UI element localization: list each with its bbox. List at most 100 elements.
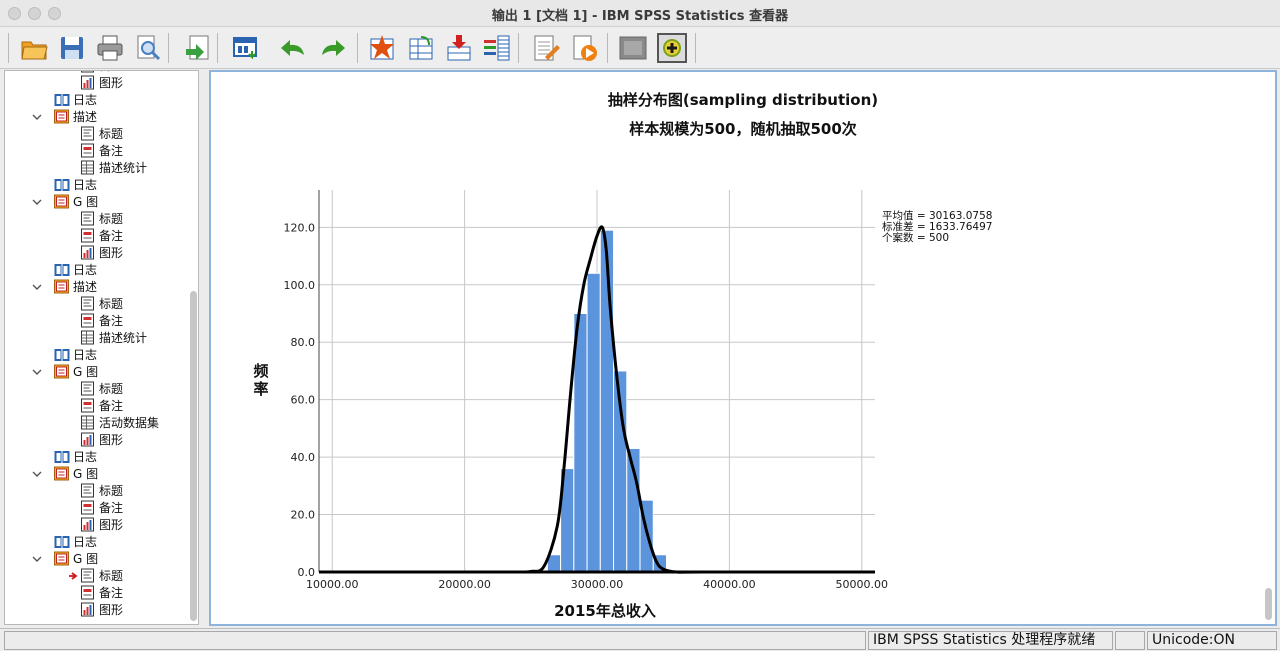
tree-item-label: 图形 xyxy=(99,603,124,617)
tree-item[interactable]: 日志 xyxy=(53,448,97,465)
tree-item[interactable]: 活动数据集 xyxy=(79,414,159,431)
chevron-down-icon[interactable] xyxy=(32,282,42,292)
chevron-down-icon[interactable] xyxy=(32,197,42,207)
chart-title: 抽样分布图(sampling distribution) xyxy=(607,91,879,109)
tree-item[interactable]: 备注 xyxy=(79,584,123,601)
goto-case-button[interactable] xyxy=(365,31,399,65)
print-preview-button[interactable] xyxy=(131,31,165,65)
chevron-down-icon[interactable] xyxy=(32,469,42,479)
tree-item[interactable]: 描述 xyxy=(53,278,97,295)
tree-item[interactable]: 日志 xyxy=(53,91,97,108)
tree-item-label: G 图 xyxy=(73,467,99,481)
toolbar-separator xyxy=(357,33,358,63)
content-scrollbar[interactable] xyxy=(1265,588,1272,620)
designate-window-button[interactable] xyxy=(529,31,563,65)
toolbar xyxy=(0,27,1280,69)
notes-icon xyxy=(81,398,94,413)
print-icon xyxy=(97,35,123,61)
title-icon xyxy=(81,211,94,226)
open-icon xyxy=(21,41,48,60)
y-tick-label: 60.0 xyxy=(291,394,316,407)
tree-item[interactable]: 描述统计 xyxy=(79,159,147,176)
print-preview-icon xyxy=(137,35,161,61)
show-icon xyxy=(657,33,687,63)
chevron-down-icon[interactable] xyxy=(32,554,42,564)
designate-window-icon xyxy=(534,35,560,61)
x-axis-title: 2015年总收入 xyxy=(554,602,656,620)
tree-item-label: G 图 xyxy=(73,365,99,379)
y-tick-label: 20.0 xyxy=(291,509,316,522)
undo-button[interactable] xyxy=(276,31,310,65)
chevron-down-icon[interactable] xyxy=(32,367,42,377)
open-button[interactable] xyxy=(17,31,51,65)
tree-item[interactable]: 备注 xyxy=(79,142,123,159)
tree-item[interactable]: 标题 xyxy=(79,295,123,312)
tree-item[interactable]: 图形 xyxy=(79,516,123,533)
tree-item[interactable]: 日志 xyxy=(53,346,97,363)
tree-item-label: 图形 xyxy=(99,518,124,532)
tree-item[interactable]: 日志 xyxy=(53,176,97,193)
recall-dialog-icon xyxy=(233,37,257,60)
tree-item[interactable]: 标题 xyxy=(79,210,123,227)
tree-item[interactable]: 备注 xyxy=(79,312,123,329)
hide-button[interactable] xyxy=(616,31,650,65)
pane-splitter[interactable] xyxy=(199,70,209,625)
tree-item[interactable]: G 图 xyxy=(53,363,98,380)
save-icon xyxy=(61,37,83,59)
export-button[interactable] xyxy=(180,31,214,65)
tree-item-label: G 图 xyxy=(73,552,99,566)
tree-item[interactable]: 描述 xyxy=(53,108,97,125)
y-axis-title-char: 率 xyxy=(253,380,268,398)
tree-item-label: 日志 xyxy=(73,178,98,192)
tree-item[interactable]: 图形 xyxy=(79,601,123,618)
tree-item-label: 备注 xyxy=(99,399,124,413)
tree-item-label: 描述 xyxy=(73,280,98,294)
tree-item[interactable]: 备注 xyxy=(79,227,123,244)
chart-icon xyxy=(81,75,94,90)
chart-icon xyxy=(81,432,94,447)
recall-dialog-button[interactable] xyxy=(229,31,263,65)
tree-item[interactable]: G 图 xyxy=(53,193,98,210)
undo-icon xyxy=(281,40,304,56)
tree-item[interactable]: 标题 xyxy=(79,380,123,397)
toolbar-separator xyxy=(518,33,519,63)
outline-scrollbar[interactable] xyxy=(190,291,197,621)
tree-item[interactable]: 描述统计 xyxy=(79,329,147,346)
tree-item[interactable]: 日志 xyxy=(53,261,97,278)
variables-button[interactable] xyxy=(480,31,514,65)
dataset-icon xyxy=(81,415,94,430)
tree-item[interactable]: 图形 xyxy=(79,244,123,261)
x-tick-label: 10000.00 xyxy=(306,578,359,591)
tree-item-label: 备注 xyxy=(99,144,124,158)
tree-item-label: 备注 xyxy=(99,586,124,600)
goto-variable-button[interactable] xyxy=(404,31,438,65)
tree-item[interactable]: G 图 xyxy=(53,465,98,482)
tree-item[interactable]: 图形 xyxy=(79,431,123,448)
tree-item[interactable]: 图形 xyxy=(79,74,123,91)
histogram-bar xyxy=(586,272,601,573)
folder-icon xyxy=(54,551,69,566)
chart-icon xyxy=(81,245,94,260)
tree-item[interactable]: 日志 xyxy=(53,533,97,550)
y-tick-label: 120.0 xyxy=(284,221,316,234)
insert-cases-button[interactable] xyxy=(442,31,476,65)
tree-item[interactable]: G 图 xyxy=(53,550,98,567)
print-button[interactable] xyxy=(93,31,127,65)
folder-icon xyxy=(54,279,69,294)
tree-item[interactable]: 标题 xyxy=(79,125,123,142)
toolbar-separator xyxy=(217,33,218,63)
tree-item[interactable]: 备注 xyxy=(79,397,123,414)
show-button[interactable] xyxy=(655,31,689,65)
variables-icon xyxy=(484,35,510,61)
redo-button[interactable] xyxy=(316,31,350,65)
goto-variable-icon xyxy=(409,36,433,60)
log-icon xyxy=(54,349,70,361)
tree-item[interactable]: 标题 xyxy=(79,482,123,499)
tree-item-label: 日志 xyxy=(73,535,98,549)
chevron-down-icon[interactable] xyxy=(32,112,42,122)
tree-item[interactable]: 备注 xyxy=(79,499,123,516)
histogram-chart[interactable]: 0.020.040.060.080.0100.0120.010000.00 200… xyxy=(211,122,1271,622)
tree-item[interactable]: 标题 xyxy=(79,567,123,584)
save-button[interactable] xyxy=(55,31,89,65)
run-script-button[interactable] xyxy=(568,31,602,65)
